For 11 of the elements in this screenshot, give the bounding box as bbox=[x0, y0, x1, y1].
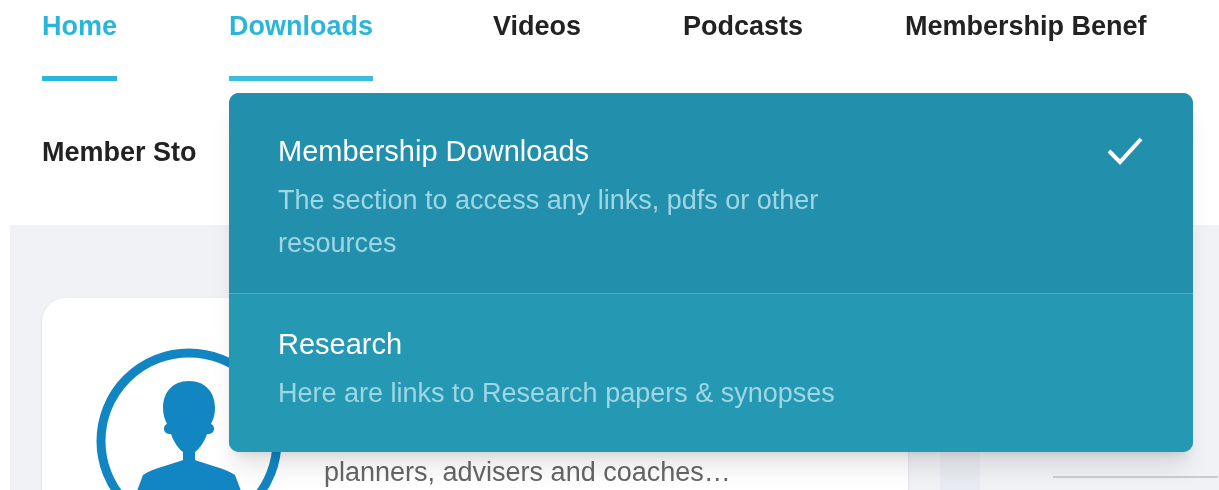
subnav-link[interactable]: Member Sto bbox=[42, 137, 197, 167]
nav-tab[interactable]: Membership Benef bbox=[905, 0, 1147, 81]
menu-item-description: Here are links to Research papers & synopses bbox=[278, 377, 836, 410]
menu-item-title: Membership Downloads bbox=[278, 134, 591, 169]
menu-item[interactable]: Membership Downloads The section to access any links, pdfs or other resources bbox=[229, 93, 1193, 294]
menu-item-title: Research bbox=[278, 327, 404, 362]
card-description: planners, advisers and coaches… bbox=[324, 457, 731, 487]
menu-item-description: The section to access any links, pdfs or other resources bbox=[278, 184, 820, 260]
nav-tab[interactable]: Podcasts bbox=[683, 0, 804, 81]
nav-tab[interactable]: Videos bbox=[493, 0, 582, 81]
checkmark-icon bbox=[1106, 136, 1144, 166]
